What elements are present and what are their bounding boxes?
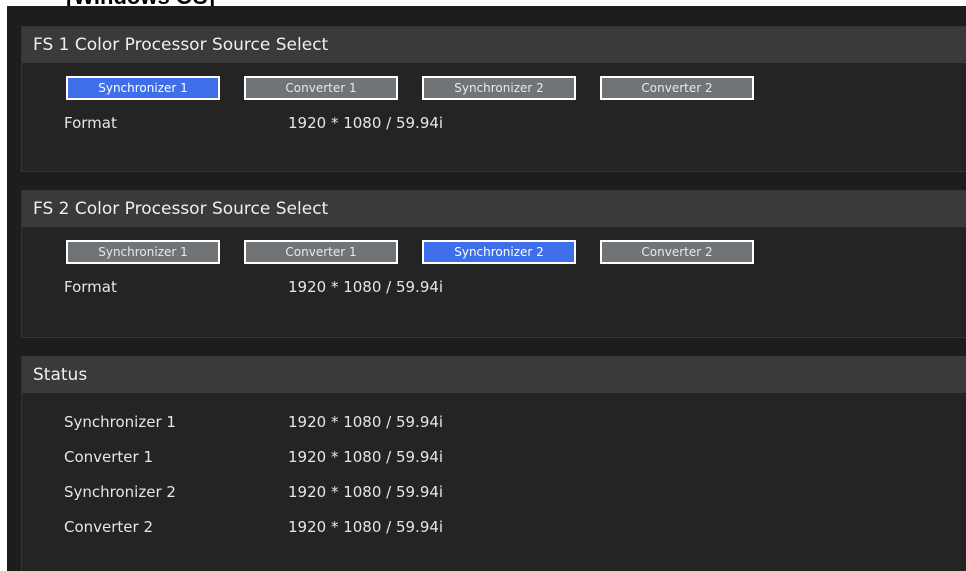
fs1-panel-title: FS 1 Color Processor Source Select bbox=[22, 27, 966, 63]
status-row: Converter 1 1920 * 1080 / 59.94i bbox=[22, 440, 966, 475]
fs2-source-select-panel: FS 2 Color Processor Source Select Synch… bbox=[21, 190, 966, 338]
status-label-converter-1: Converter 1 bbox=[64, 448, 154, 466]
fs2-panel-title: FS 2 Color Processor Source Select bbox=[22, 191, 966, 227]
fs2-format-value: 1920 * 1080 / 59.94i bbox=[288, 278, 444, 296]
status-value-synchronizer-2: 1920 * 1080 / 59.94i bbox=[288, 483, 444, 501]
status-row: Synchronizer 1 1920 * 1080 / 59.94i bbox=[22, 405, 966, 440]
fs2-converter-2-button[interactable]: Converter 2 bbox=[600, 240, 754, 264]
status-panel-title: Status bbox=[22, 357, 966, 393]
app-window: FS 1 Color Processor Source Select Synch… bbox=[7, 6, 966, 571]
status-panel: Status Synchronizer 1 1920 * 1080 / 59.9… bbox=[21, 356, 966, 571]
fs1-source-buttons: Synchronizer 1 Converter 1 Synchronizer … bbox=[22, 76, 966, 106]
status-value-converter-2: 1920 * 1080 / 59.94i bbox=[288, 518, 444, 536]
fs1-converter-1-button[interactable]: Converter 1 bbox=[244, 76, 398, 100]
fs1-format-label: Format bbox=[64, 114, 117, 132]
status-row: Converter 2 1920 * 1080 / 59.94i bbox=[22, 510, 966, 545]
fs2-converter-1-button[interactable]: Converter 1 bbox=[244, 240, 398, 264]
fs1-converter-2-button[interactable]: Converter 2 bbox=[600, 76, 754, 100]
status-value-converter-1: 1920 * 1080 / 59.94i bbox=[288, 448, 444, 466]
status-row: Synchronizer 2 1920 * 1080 / 59.94i bbox=[22, 475, 966, 510]
fs2-synchronizer-1-button[interactable]: Synchronizer 1 bbox=[66, 240, 220, 264]
status-label-synchronizer-2: Synchronizer 2 bbox=[64, 483, 176, 501]
fs2-format-label: Format bbox=[64, 278, 117, 296]
fs1-synchronizer-2-button[interactable]: Synchronizer 2 bbox=[422, 76, 576, 100]
fs2-source-buttons: Synchronizer 1 Converter 1 Synchronizer … bbox=[22, 240, 966, 270]
fs2-format-row: Format 1920 * 1080 / 59.94i bbox=[22, 270, 966, 305]
fs1-format-row: Format 1920 * 1080 / 59.94i bbox=[22, 106, 966, 141]
fs1-synchronizer-1-button[interactable]: Synchronizer 1 bbox=[66, 76, 220, 100]
fs1-format-value: 1920 * 1080 / 59.94i bbox=[288, 114, 444, 132]
status-value-synchronizer-1: 1920 * 1080 / 59.94i bbox=[288, 413, 444, 431]
fs1-source-select-panel: FS 1 Color Processor Source Select Synch… bbox=[21, 26, 966, 172]
status-label-synchronizer-1: Synchronizer 1 bbox=[64, 413, 176, 431]
fs2-synchronizer-2-button[interactable]: Synchronizer 2 bbox=[422, 240, 576, 264]
status-label-converter-2: Converter 2 bbox=[64, 518, 154, 536]
